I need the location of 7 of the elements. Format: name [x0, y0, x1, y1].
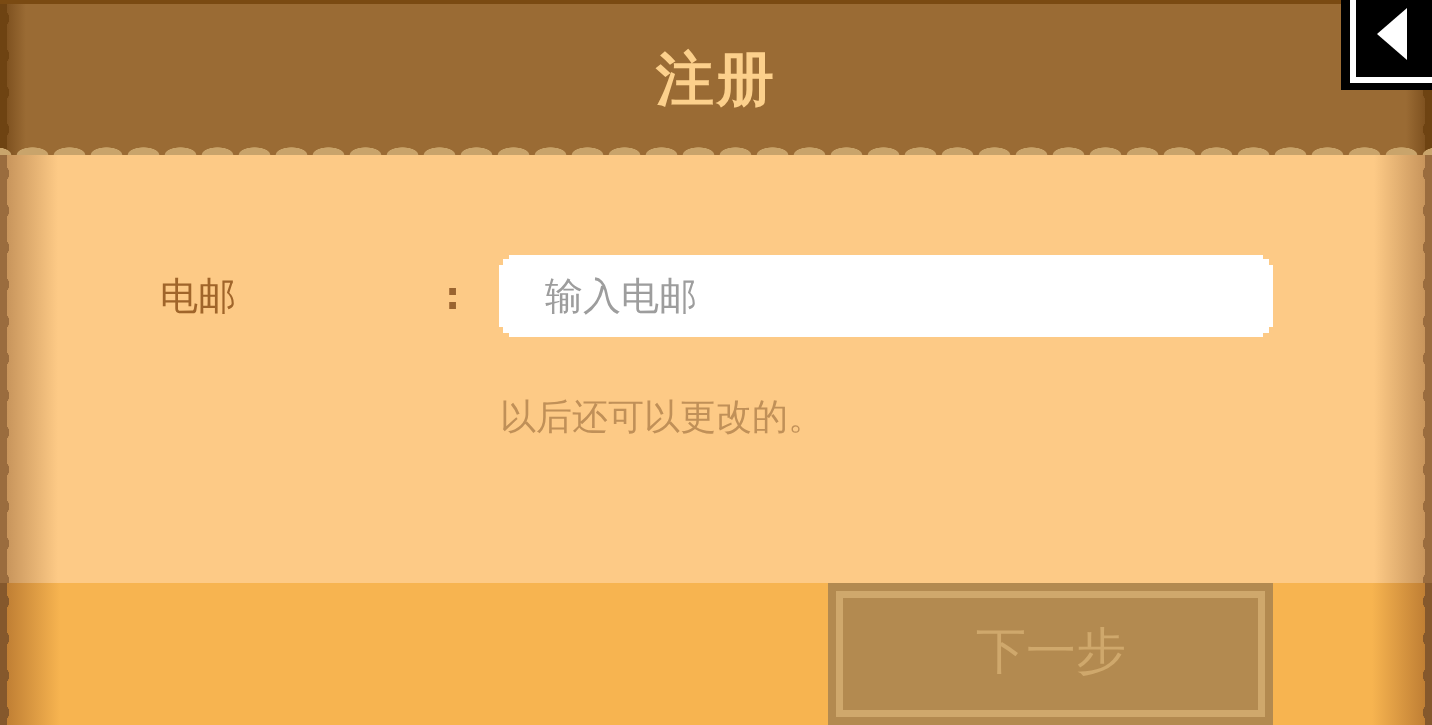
back-icon [1377, 8, 1407, 60]
back-button[interactable] [1341, 0, 1432, 90]
label-colon: : [445, 274, 462, 318]
field-label: 电邮 [160, 272, 237, 320]
page-title: 注册 [656, 43, 776, 115]
email-input[interactable]: 输入电邮 [499, 255, 1273, 337]
field-hint: 以后还可以更改的。 [500, 395, 825, 439]
